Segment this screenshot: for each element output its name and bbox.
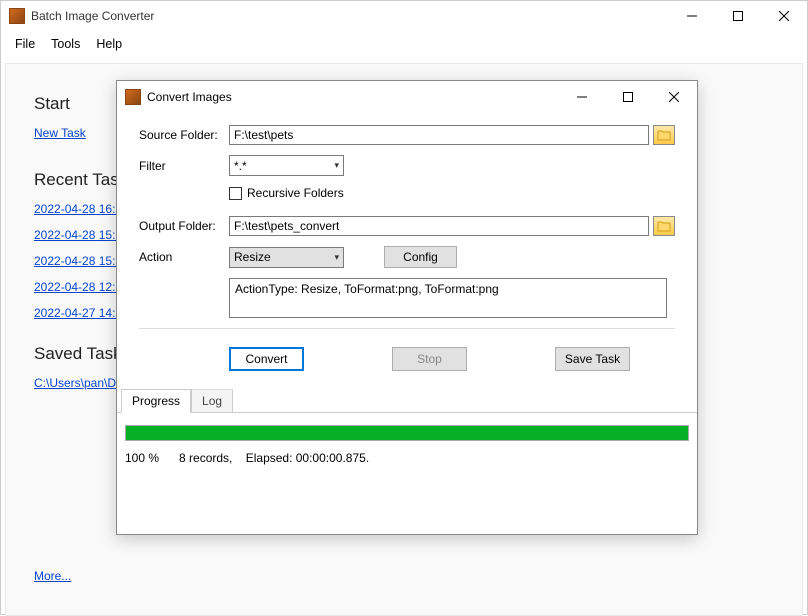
action-value: Resize — [234, 250, 271, 264]
dialog-title: Convert Images — [147, 90, 559, 104]
separator — [139, 328, 675, 329]
dialog-body: Source Folder: Filter *.* ▾ Recursive Fo… — [117, 113, 697, 473]
menu-tools[interactable]: Tools — [43, 33, 88, 55]
minimize-button[interactable] — [669, 1, 715, 31]
close-button[interactable] — [761, 1, 807, 31]
source-folder-label: Source Folder: — [139, 128, 229, 142]
progress-bar — [125, 425, 689, 441]
stop-button[interactable]: Stop — [392, 347, 467, 371]
dialog-close-button[interactable] — [651, 82, 697, 112]
dialog-icon — [125, 89, 141, 105]
main-titlebar: Batch Image Converter — [1, 1, 807, 31]
dialog-maximize-button[interactable] — [605, 82, 651, 112]
window-controls — [669, 1, 807, 31]
filter-value: *.* — [234, 159, 247, 173]
menu-file[interactable]: File — [7, 33, 43, 55]
config-button[interactable]: Config — [384, 246, 457, 268]
progress-panel: 100 % 8 records, Elapsed: 00:00:00.875. — [117, 413, 697, 465]
dialog-minimize-button[interactable] — [559, 82, 605, 112]
maximize-button[interactable] — [715, 1, 761, 31]
output-folder-input[interactable] — [229, 216, 649, 236]
dialog-controls — [559, 82, 697, 112]
app-icon — [9, 8, 25, 24]
output-folder-label: Output Folder: — [139, 219, 229, 233]
more-link[interactable]: More... — [34, 569, 71, 583]
progress-fill — [126, 426, 688, 440]
source-folder-input[interactable] — [229, 125, 649, 145]
recursive-checkbox[interactable] — [229, 187, 242, 200]
tab-log[interactable]: Log — [191, 389, 233, 413]
convert-dialog: Convert Images Source Folder: Filter *.*… — [116, 80, 698, 535]
convert-button[interactable]: Convert — [229, 347, 304, 371]
recursive-label: Recursive Folders — [247, 186, 344, 200]
menu-help[interactable]: Help — [88, 33, 130, 55]
chevron-down-icon: ▾ — [334, 160, 339, 171]
output-browse-button[interactable] — [653, 216, 675, 236]
save-task-button[interactable]: Save Task — [555, 347, 630, 371]
app-title: Batch Image Converter — [31, 9, 669, 23]
action-label: Action — [139, 250, 229, 264]
status-text: 100 % 8 records, Elapsed: 00:00:00.875. — [125, 451, 689, 465]
source-browse-button[interactable] — [653, 125, 675, 145]
dialog-titlebar[interactable]: Convert Images — [117, 81, 697, 113]
chevron-down-icon: ▾ — [334, 252, 339, 263]
folder-icon — [657, 129, 671, 141]
description-box: ActionType: Resize, ToFormat:png, ToForm… — [229, 278, 667, 318]
tabs: Progress Log — [117, 389, 697, 413]
action-combo[interactable]: Resize ▾ — [229, 247, 344, 268]
tab-progress[interactable]: Progress — [121, 389, 191, 413]
filter-label: Filter — [139, 159, 229, 173]
folder-icon — [657, 220, 671, 232]
menubar: File Tools Help — [1, 31, 807, 59]
filter-combo[interactable]: *.* ▾ — [229, 155, 344, 176]
